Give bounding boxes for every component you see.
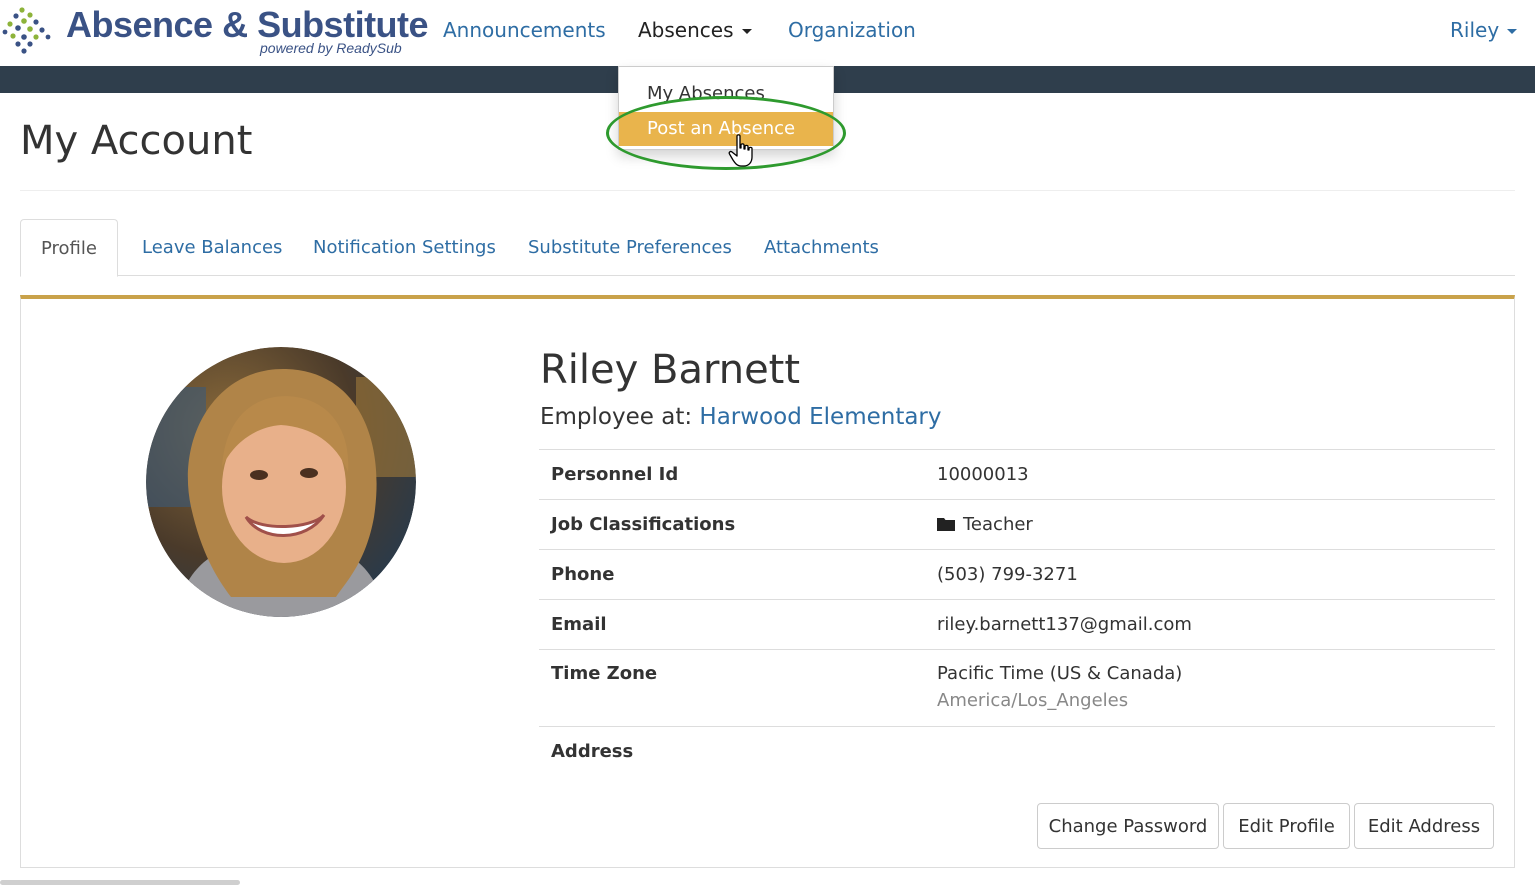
tab-notification-settings[interactable]: Notification Settings <box>313 219 496 276</box>
tab-attachments[interactable]: Attachments <box>764 219 879 276</box>
change-password-button[interactable]: Change Password <box>1037 803 1219 849</box>
folder-icon <box>937 518 955 531</box>
caret-down-icon <box>1507 29 1518 34</box>
row-value: 10000013 <box>937 464 1029 485</box>
menu-item-my-absences[interactable]: My Absences <box>619 77 833 111</box>
row-label: Email <box>551 614 607 635</box>
absences-dropdown-menu: My Absences Post an Absence <box>618 66 834 150</box>
row-label: Address <box>551 741 634 762</box>
tab-substitute-preferences[interactable]: Substitute Preferences <box>528 219 732 276</box>
employee-label: Employee at: <box>540 404 693 430</box>
avatar <box>146 347 416 617</box>
tab-profile[interactable]: Profile <box>20 219 118 277</box>
nav-user-menu[interactable]: Riley <box>1450 18 1518 42</box>
employee-line: Employee at: Harwood Elementary <box>540 404 942 430</box>
brand-logo[interactable]: Absence & Substitute powered by ReadySub <box>0 2 429 62</box>
nav-organization[interactable]: Organization <box>788 18 916 42</box>
nav-absences-label: Absences <box>638 18 734 42</box>
row-label: Time Zone <box>551 663 658 684</box>
page-title: My Account <box>20 118 253 164</box>
brand-subtitle: powered by ReadySub <box>260 40 402 56</box>
nav-absences[interactable]: Absences <box>638 18 752 42</box>
tab-leave-balances[interactable]: Leave Balances <box>142 219 282 276</box>
profile-info-table: Personnel Id 10000013 Job Classification… <box>539 449 1495 776</box>
table-row: Phone (503) 799-3271 <box>539 549 1495 599</box>
logo-dots-icon <box>2 7 51 54</box>
row-value: (503) 799-3271 <box>937 564 1078 585</box>
nav-user-label: Riley <box>1450 18 1500 42</box>
row-label: Job Classifications <box>551 514 736 535</box>
job-classification: Teacher <box>963 514 1033 535</box>
table-row: Personnel Id 10000013 <box>539 449 1495 499</box>
row-subvalue: America/Los_Angeles <box>937 690 1129 711</box>
row-value: Pacific Time (US & Canada) <box>937 663 1183 684</box>
row-label: Personnel Id <box>551 464 679 485</box>
table-row: Time Zone Pacific Time (US & Canada) Ame… <box>539 649 1495 726</box>
row-value-job: Teacher <box>937 514 1033 535</box>
table-row: Address <box>539 726 1495 776</box>
horizontal-scrollbar[interactable] <box>0 880 240 885</box>
table-row: Job Classifications Teacher <box>539 499 1495 549</box>
edit-address-button[interactable]: Edit Address <box>1354 803 1494 849</box>
edit-profile-button[interactable]: Edit Profile <box>1223 803 1350 849</box>
school-link[interactable]: Harwood Elementary <box>699 404 941 430</box>
row-value: riley.barnett137@gmail.com <box>937 614 1192 635</box>
menu-item-post-absence[interactable]: Post an Absence <box>619 112 833 146</box>
account-tabs: Profile Leave Balances Notification Sett… <box>20 219 1515 277</box>
row-label: Phone <box>551 564 615 585</box>
caret-down-icon <box>741 29 752 34</box>
table-row: Email riley.barnett137@gmail.com <box>539 599 1495 649</box>
title-divider <box>20 190 1515 191</box>
profile-panel: Riley Barnett Employee at: Harwood Eleme… <box>20 295 1515 868</box>
top-navbar: Absence & Substitute powered by ReadySub… <box>0 0 1535 66</box>
hand-cursor-icon <box>728 134 753 167</box>
profile-name: Riley Barnett <box>540 347 801 393</box>
nav-announcements[interactable]: Announcements <box>443 18 606 42</box>
